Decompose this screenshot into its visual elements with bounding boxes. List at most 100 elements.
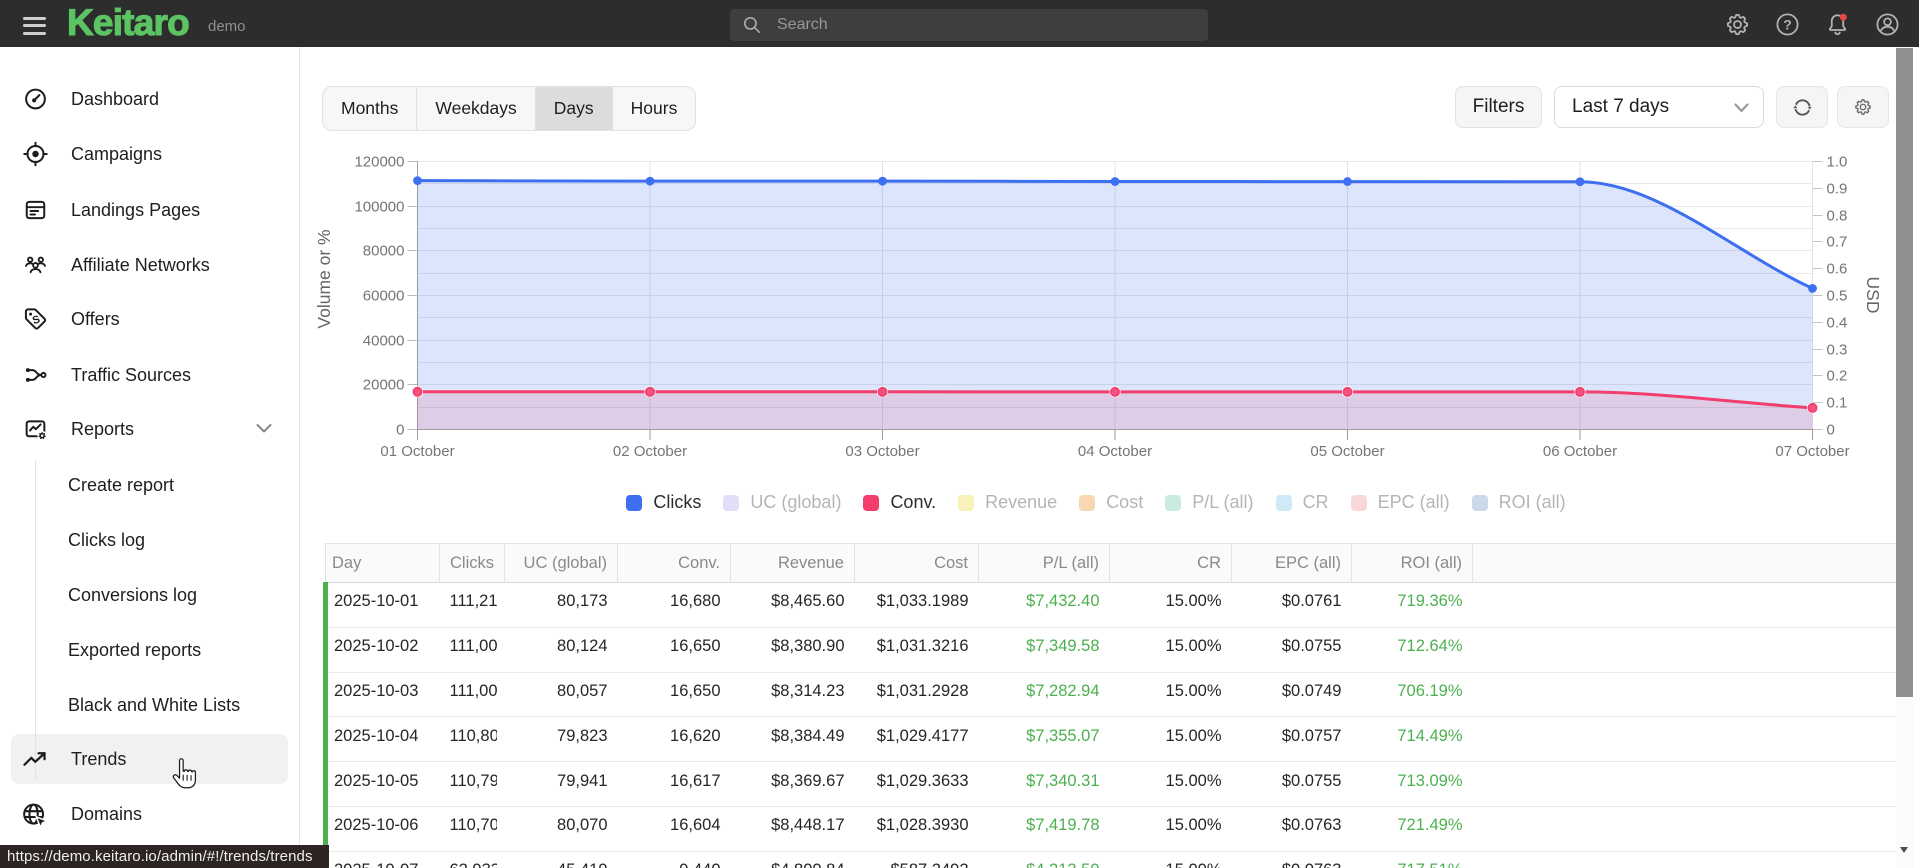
- tab-hours[interactable]: Hours: [613, 87, 696, 130]
- table-row[interactable]: 2025-10-06110,70480,07016,604$8,448.17$1…: [323, 806, 1897, 852]
- column-header-cr[interactable]: CR: [1109, 543, 1232, 583]
- page-scrollbar[interactable]: [1896, 47, 1913, 868]
- filters-button[interactable]: Filters: [1455, 86, 1542, 128]
- cell-cr: 15.00%: [1109, 672, 1232, 718]
- sidebar-subitem-label: Clicks log: [68, 529, 146, 550]
- cell-cr: 15.00%: [1109, 627, 1232, 673]
- svg-text:0.9: 0.9: [1827, 181, 1848, 198]
- legend-item-p-l-all-[interactable]: P/L (all): [1165, 492, 1254, 513]
- cell-p-l-all-: $7,340.31: [978, 761, 1110, 807]
- cell-clicks: 110,704: [439, 806, 505, 852]
- cell-day: 2025-10-04: [323, 716, 440, 763]
- sidebar-item-campaigns[interactable]: Campaigns: [0, 127, 300, 181]
- cell-revenue: $8,369.67: [730, 761, 855, 807]
- cell-day: 2025-10-01: [323, 582, 440, 628]
- legend-item-revenue[interactable]: Revenue: [958, 492, 1057, 513]
- svg-text:0: 0: [1827, 422, 1835, 439]
- sidebar-item-dashboard[interactable]: Dashboard: [0, 72, 300, 126]
- svg-text:40000: 40000: [363, 333, 405, 350]
- cell-revenue: $4,800.84: [730, 851, 855, 868]
- legend-item-roi-all-[interactable]: ROI (all): [1471, 492, 1566, 513]
- table-row[interactable]: 2025-10-05110,79479,94116,617$8,369.67$1…: [323, 761, 1897, 807]
- account-icon[interactable]: [1875, 12, 1899, 36]
- sidebar-item-domains[interactable]: Domains: [0, 787, 300, 841]
- legend-swatch: [1350, 494, 1367, 511]
- menu-toggle-icon[interactable]: [23, 17, 46, 35]
- landings-icon: [23, 198, 48, 223]
- column-header-conv-[interactable]: Conv.: [617, 543, 731, 583]
- scrollbar-thumb[interactable]: [1896, 48, 1913, 697]
- cell-day: 2025-10-06: [323, 806, 440, 852]
- cell-cost: $1,029.3633: [854, 761, 979, 807]
- cell-conv-: 16,604: [617, 806, 731, 852]
- sidebar-item-trends[interactable]: Trends: [0, 732, 300, 786]
- table-row[interactable]: 2025-10-03111,00480,05716,650$8,314.23$1…: [323, 672, 1897, 718]
- cell-p-l-all-: $7,349.58: [978, 627, 1110, 673]
- sidebar-item-affiliate-networks[interactable]: Affiliate Networks: [0, 238, 300, 292]
- cell-uc-global-: 80,124: [504, 627, 618, 673]
- column-header-day[interactable]: Day: [325, 543, 440, 583]
- cell-filler: [1472, 582, 1897, 628]
- svg-text:04 October: 04 October: [1078, 443, 1152, 460]
- cell-conv-: 16,617: [617, 761, 731, 807]
- sidebar-item-traffic-sources[interactable]: Traffic Sources: [0, 348, 300, 402]
- gear-icon: [1854, 98, 1872, 116]
- refresh-icon: [1791, 98, 1813, 116]
- svg-text:0.1: 0.1: [1827, 395, 1848, 412]
- sidebar-subitem-clicks-log[interactable]: Clicks log: [0, 513, 300, 567]
- sidebar-item-reports[interactable]: Reports: [0, 402, 300, 456]
- legend-item-epc-all-[interactable]: EPC (all): [1350, 492, 1450, 513]
- sidebar-item-offers[interactable]: S Offers: [0, 292, 300, 346]
- legend-swatch: [1275, 494, 1292, 511]
- column-header-clicks[interactable]: Clicks: [439, 543, 505, 583]
- table-row[interactable]: 2025-10-04110,80679,82316,620$8,384.49$1…: [323, 716, 1897, 763]
- legend-swatch: [1471, 494, 1488, 511]
- legend-item-cr[interactable]: CR: [1275, 492, 1329, 513]
- sidebar-item-label: Landings Pages: [71, 199, 201, 220]
- sidebar-item-landings-pages[interactable]: Landings Pages: [0, 183, 300, 237]
- cell-roi-all-: 712.64%: [1351, 627, 1473, 673]
- keitaro-logo[interactable]: Keitaro: [66, 1, 190, 44]
- legend-item-cost[interactable]: Cost: [1079, 492, 1143, 513]
- legend-item-clicks[interactable]: Clicks: [626, 492, 701, 513]
- chart-settings-button[interactable]: [1837, 86, 1889, 128]
- column-header-roi-all-[interactable]: ROI (all): [1351, 543, 1473, 583]
- legend-item-conv-[interactable]: Conv.: [863, 492, 936, 513]
- sidebar-item-label: Affiliate Networks: [71, 254, 210, 275]
- tab-months[interactable]: Months: [323, 87, 418, 130]
- tab-days[interactable]: Days: [535, 87, 613, 130]
- sidebar-subitem-conversions-log[interactable]: Conversions log: [0, 568, 300, 622]
- refresh-button[interactable]: [1776, 86, 1828, 128]
- cell-cost: $1,031.3216: [854, 627, 979, 673]
- column-header-revenue[interactable]: Revenue: [730, 543, 855, 583]
- svg-text:05 October: 05 October: [1310, 443, 1384, 460]
- help-icon[interactable]: ?: [1775, 12, 1799, 36]
- table-row[interactable]: 2025-10-0762,93345,4199,440$4,800.84$587…: [323, 851, 1897, 868]
- settings-icon[interactable]: [1725, 12, 1749, 36]
- sidebar-subitem-create-report[interactable]: Create report: [0, 458, 300, 512]
- table-row[interactable]: 2025-10-02111,00580,12416,650$8,380.90$1…: [323, 627, 1897, 673]
- sidebar-item-label: Reports: [71, 418, 135, 439]
- column-header-cost[interactable]: Cost: [854, 543, 979, 583]
- cell-uc-global-: 80,070: [504, 806, 618, 852]
- sidebar-subitem-exported-reports[interactable]: Exported reports: [0, 623, 300, 677]
- date-range-select[interactable]: Last 7 days: [1554, 86, 1764, 128]
- tab-weekdays[interactable]: Weekdays: [417, 87, 536, 130]
- column-header-uc-global-[interactable]: UC (global): [504, 543, 618, 583]
- legend-item-uc-global-[interactable]: UC (global): [723, 492, 841, 513]
- legend-label: Revenue: [985, 492, 1058, 512]
- sidebar-subitem-black-and-white-lists[interactable]: Black and White Lists: [0, 678, 300, 732]
- table-row[interactable]: 2025-10-01111,21880,17316,680$8,465.60$1…: [323, 582, 1897, 628]
- cell-cost: $1,028.3930: [854, 806, 979, 852]
- svg-text:0.3: 0.3: [1827, 342, 1848, 359]
- notifications-icon[interactable]: [1825, 12, 1849, 36]
- column-header-epc-all-[interactable]: EPC (all): [1231, 543, 1352, 583]
- scrollbar-down-arrow-icon[interactable]: [1900, 847, 1908, 853]
- offers-icon: S: [23, 307, 48, 332]
- cell-cost: $1,033.1989: [854, 582, 979, 628]
- cell-epc-all-: $0.0755: [1231, 761, 1352, 807]
- search-input[interactable]: Search: [730, 9, 1208, 41]
- cell-conv-: 16,620: [617, 716, 731, 763]
- env-label: demo: [208, 18, 246, 35]
- column-header-p-l-all-[interactable]: P/L (all): [978, 543, 1110, 583]
